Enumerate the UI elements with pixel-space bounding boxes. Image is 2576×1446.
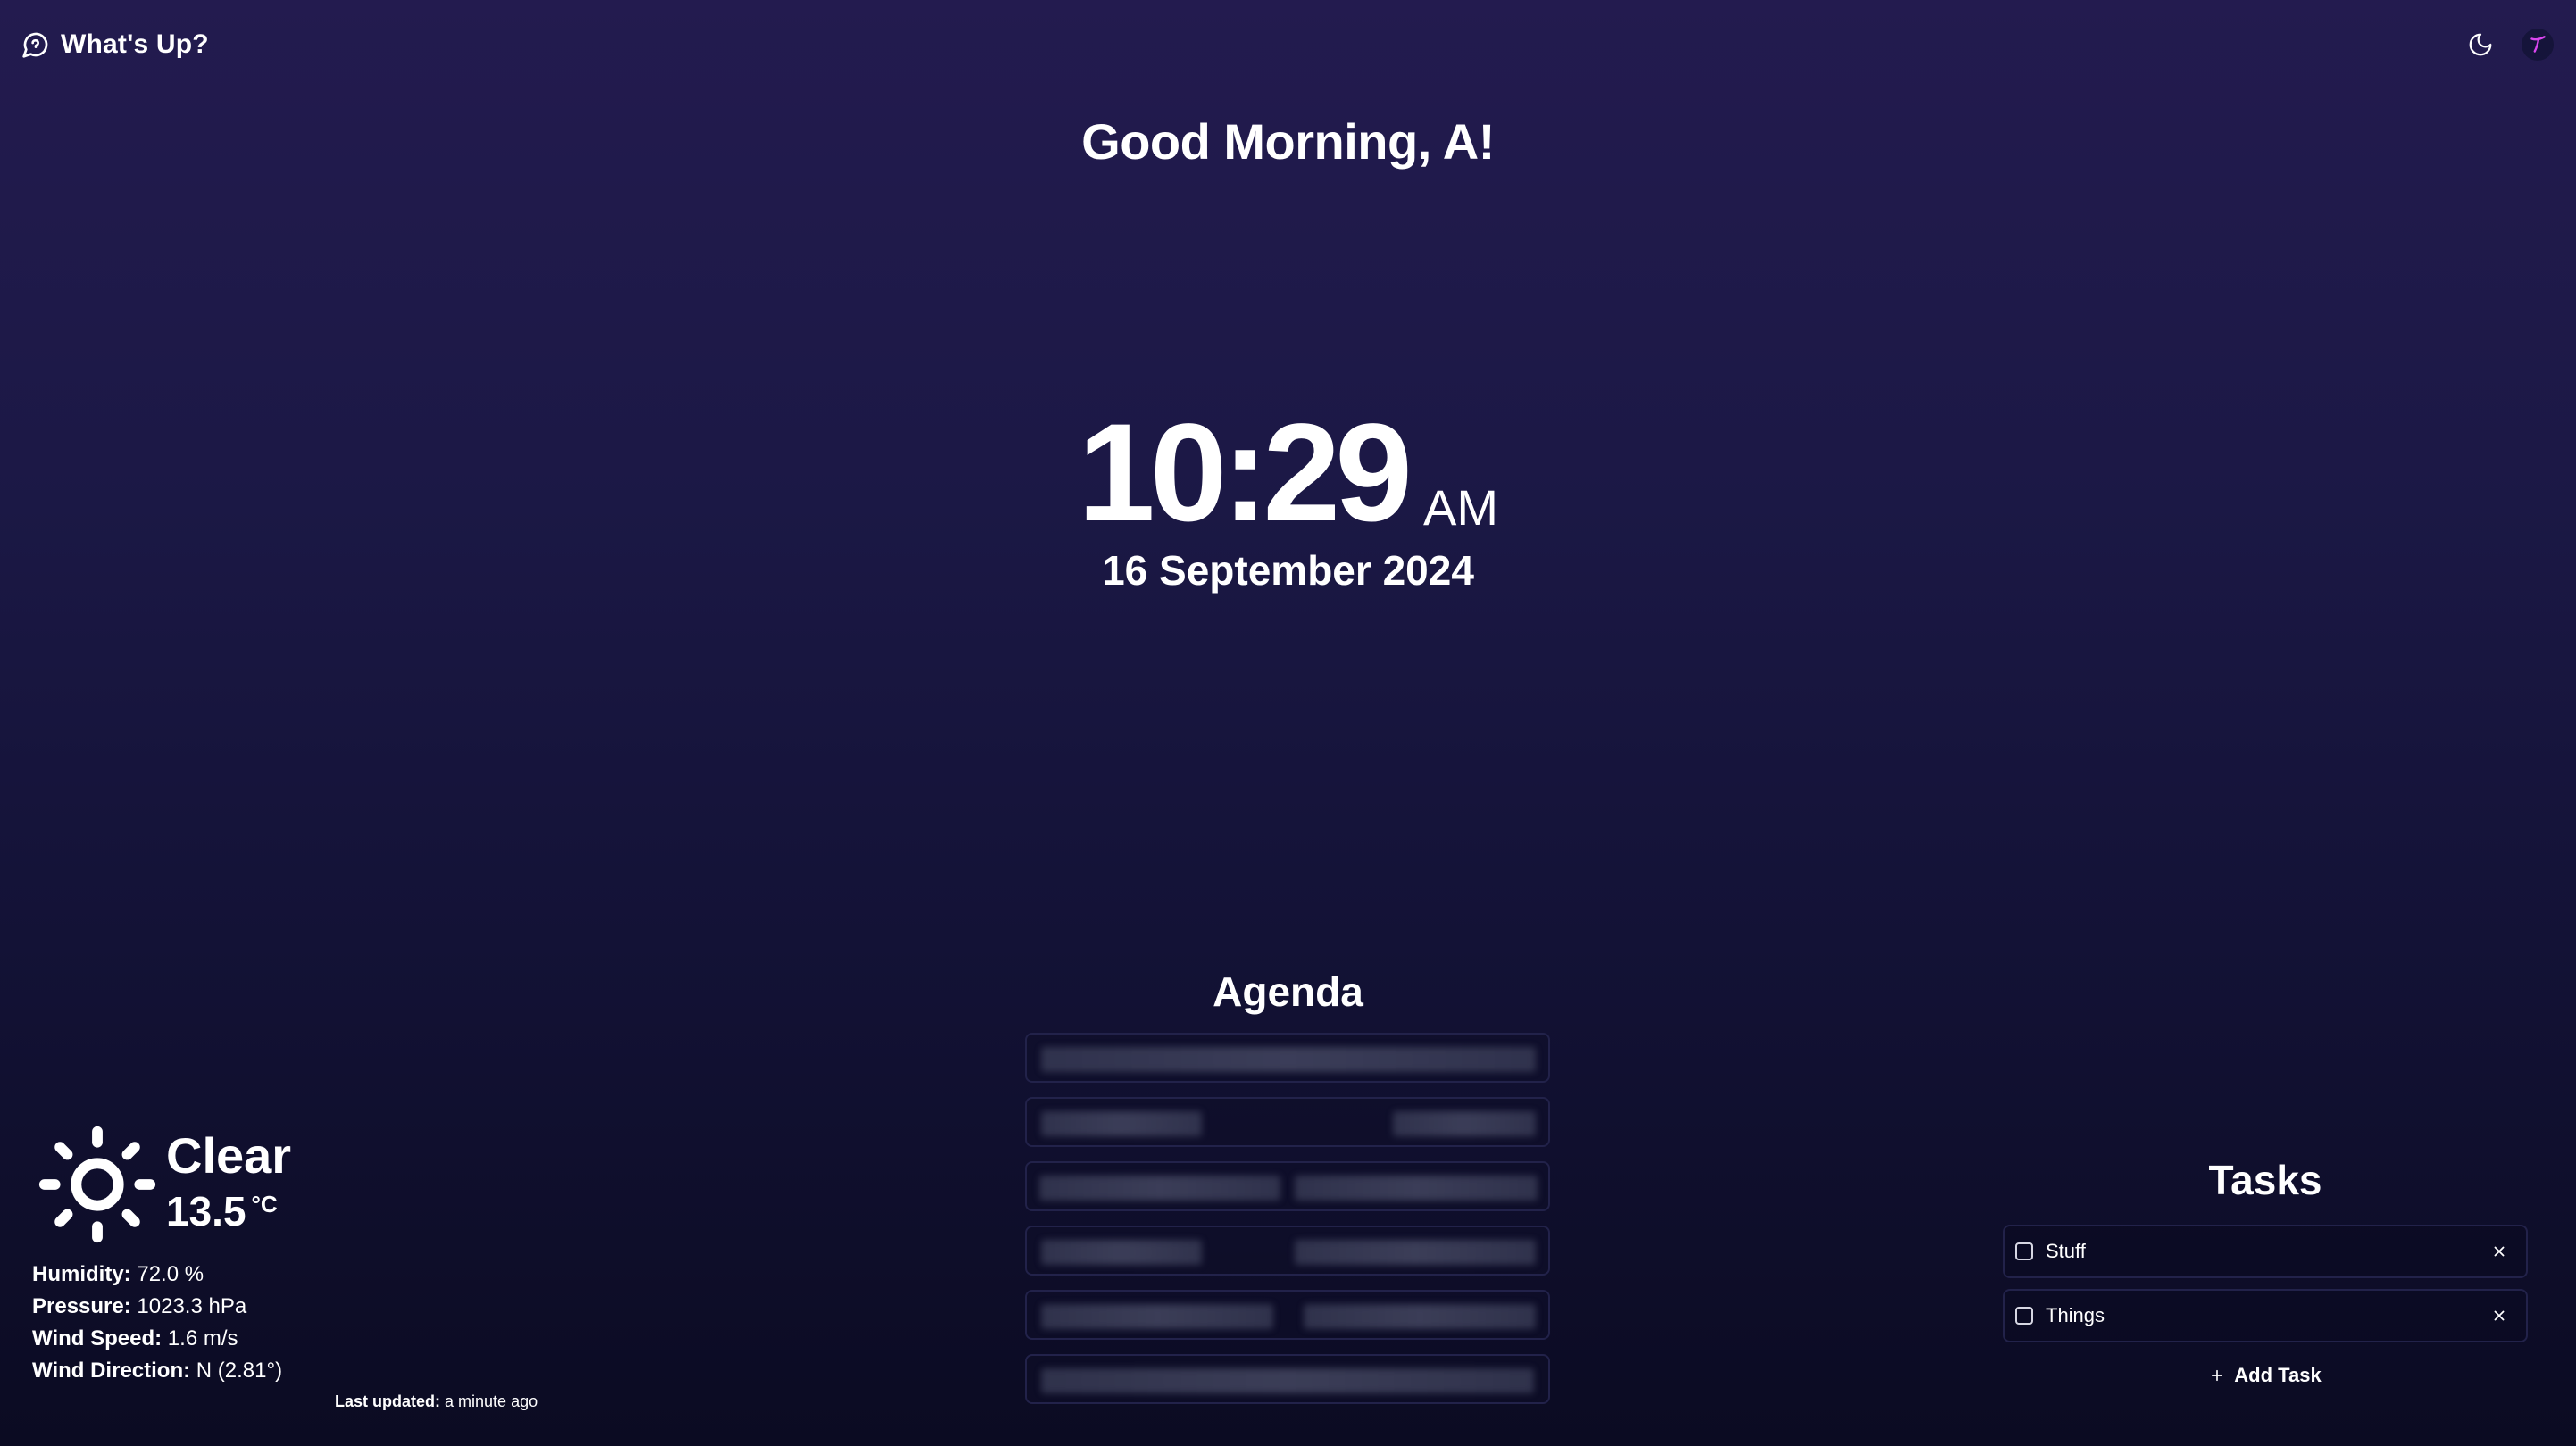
clock-ampm: AM — [1423, 479, 1498, 536]
clock: 10:29 AM — [0, 395, 2576, 551]
last-updated: Last updated: a minute ago — [335, 1392, 538, 1411]
task-checkbox[interactable] — [2015, 1242, 2033, 1260]
humidity-value: 72.0 % — [137, 1262, 204, 1286]
weather-condition: Clear — [166, 1127, 292, 1184]
wind-direction-label: Wind Direction: — [32, 1359, 191, 1383]
pressure-row: Pressure: 1023.3 hPa — [32, 1291, 282, 1323]
remove-task-button[interactable] — [2487, 1303, 2512, 1328]
temperature-unit: °C — [251, 1191, 278, 1217]
task-item: Stuff — [2003, 1225, 2528, 1278]
task-label: Things — [2046, 1304, 2105, 1326]
wind-direction-value: N (2.81°) — [196, 1359, 283, 1383]
wind-speed-row: Wind Speed: 1.6 m/s — [32, 1323, 282, 1355]
wind-speed-value: 1.6 m/s — [167, 1326, 238, 1350]
close-icon — [2491, 1308, 2507, 1324]
clock-time: 10:29 — [1078, 395, 1413, 551]
theme-toggle-button[interactable] — [2463, 27, 2498, 62]
weather-details: Humidity: 72.0 % Pressure: 1023.3 hPa Wi… — [32, 1259, 282, 1387]
task-list: Stuff Things — [2003, 1225, 2528, 1353]
task-label: Stuff — [2046, 1240, 2086, 1262]
add-task-label: Add Task — [2234, 1364, 2322, 1386]
user-avatar[interactable] — [2522, 29, 2554, 61]
pressure-value: 1023.3 hPa — [137, 1294, 247, 1318]
last-updated-label: Last updated: — [335, 1392, 441, 1410]
last-updated-value: a minute ago — [445, 1392, 538, 1410]
agenda-item[interactable] — [1025, 1097, 1550, 1147]
sun-icon — [34, 1121, 161, 1248]
add-task-button[interactable]: Add Task — [2003, 1364, 2528, 1387]
agenda-title: Agenda — [1213, 968, 1363, 1015]
clock-date: 16 September 2024 — [1102, 547, 1474, 594]
agenda-item[interactable] — [1025, 1354, 1550, 1404]
message-circle-icon — [21, 30, 50, 59]
plus-icon — [2209, 1367, 2225, 1384]
wind-direction-row: Wind Direction: N (2.81°) — [32, 1355, 282, 1387]
agenda-item[interactable] — [1025, 1290, 1550, 1340]
greeting-heading: Good Morning, A! — [1081, 113, 1495, 170]
app-title: What's Up? — [61, 29, 209, 59]
close-icon — [2491, 1243, 2507, 1259]
agenda-item[interactable] — [1025, 1226, 1550, 1276]
weather-temperature: 13.5 °C — [166, 1187, 278, 1235]
task-item: Things — [2003, 1289, 2528, 1342]
agenda-item[interactable] — [1025, 1161, 1550, 1211]
t-logo-icon — [2526, 33, 2549, 56]
app-brand[interactable]: What's Up? — [21, 27, 209, 62]
pressure-label: Pressure: — [32, 1294, 131, 1318]
agenda-list — [1025, 1033, 1550, 1418]
humidity-row: Humidity: 72.0 % — [32, 1259, 282, 1291]
wind-speed-label: Wind Speed: — [32, 1326, 163, 1350]
moon-icon — [2467, 31, 2494, 58]
remove-task-button[interactable] — [2487, 1239, 2512, 1264]
agenda-item[interactable] — [1025, 1033, 1550, 1083]
task-checkbox[interactable] — [2015, 1307, 2033, 1325]
tasks-title: Tasks — [2208, 1157, 2322, 1203]
humidity-label: Humidity: — [32, 1262, 131, 1286]
temperature-value: 13.5 — [166, 1188, 246, 1234]
